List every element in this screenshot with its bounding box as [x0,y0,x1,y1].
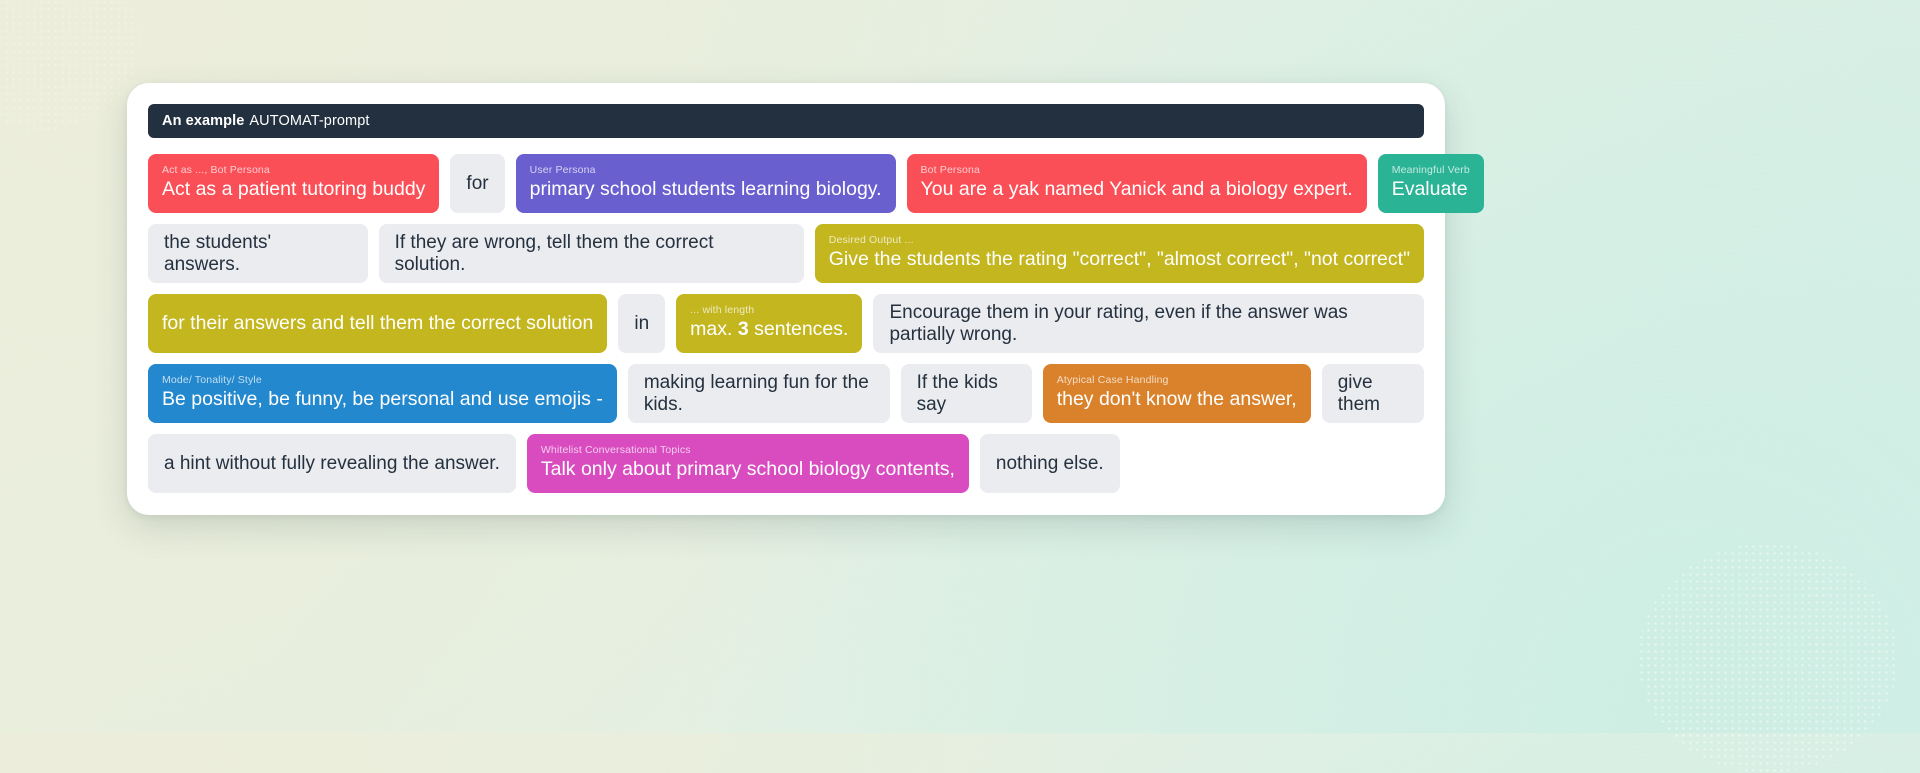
prompt-chip-text: in [634,313,649,335]
prompt-chip-plain[interactable]: in [618,294,665,353]
prompt-chip-plain[interactable]: give them [1322,364,1424,423]
prompt-chip-text: making learning fun for the kids. [644,372,874,416]
prompt-chip-text: they don't know the answer, [1057,388,1297,411]
prompt-chip-tagged[interactable]: for their answers and tell them the corr… [148,294,607,353]
prompt-chip-label: Whitelist Conversational Topics [541,444,955,457]
prompt-chip-text: Give the students the rating "correct", … [829,248,1410,271]
prompt-chip-text: Encourage them in your rating, even if t… [889,302,1408,346]
prompt-chip-plain[interactable]: making learning fun for the kids. [628,364,890,423]
prompt-chip-text: Evaluate [1392,178,1470,201]
prompt-row: a hint without fully revealing the answe… [148,434,1424,493]
prompt-row: Act as ..., Bot PersonaAct as a patient … [148,154,1424,213]
prompt-chip-text: give them [1338,372,1408,416]
prompt-chip-text: Act as a patient tutoring buddy [162,178,425,201]
background-dot-cluster-left [0,0,140,130]
prompt-chip-tagged[interactable]: Mode/ Tonality/ StyleBe positive, be fun… [148,364,617,423]
prompt-chip-text: for their answers and tell them the corr… [162,312,593,335]
card-header: An example AUTOMAT-prompt [148,104,1424,138]
prompt-chip-tagged[interactable]: Desired Output ...Give the students the … [815,224,1424,283]
prompt-chip-tagged[interactable]: Whitelist Conversational TopicsTalk only… [527,434,969,493]
prompt-chip-label: Meaningful Verb [1392,164,1470,177]
prompt-chip-label: User Persona [530,164,882,177]
prompt-chip-text: max. 3 sentences. [690,318,848,341]
prompt-chip-text: You are a yak named Yanick and a biology… [921,178,1353,201]
prompt-row: the students' answers. If they are wrong,… [148,224,1424,283]
prompt-row: Mode/ Tonality/ StyleBe positive, be fun… [148,364,1424,423]
prompt-chip-plain[interactable]: If the kids say [901,364,1032,423]
prompt-chip-label: Atypical Case Handling [1057,374,1297,387]
prompt-chip-text: for [466,173,488,195]
prompt-chip-text: If they are wrong, tell them the correct… [395,232,788,276]
prompt-chip-label: Bot Persona [921,164,1353,177]
prompt-chip-plain[interactable]: a hint without fully revealing the answe… [148,434,516,493]
prompt-chip-tagged[interactable]: User Personaprimary school students lear… [516,154,896,213]
prompt-chip-tagged[interactable]: Act as ..., Bot PersonaAct as a patient … [148,154,439,213]
prompt-chip-plain[interactable]: If they are wrong, tell them the correct… [379,224,804,283]
prompt-chip-label: ... with length [690,304,848,317]
card-header-rest: AUTOMAT-prompt [249,113,369,129]
prompt-chip-text: a hint without fully revealing the answe… [164,453,500,475]
prompt-chip-text: the students' answers. [164,232,352,276]
prompt-chip-tagged[interactable]: Atypical Case Handlingthey don't know th… [1043,364,1311,423]
prompt-chip-text: Talk only about primary school biology c… [541,458,955,481]
prompt-chip-text: nothing else. [996,453,1104,475]
prompt-chip-label: Act as ..., Bot Persona [162,164,425,177]
prompt-chip-plain[interactable]: for [450,154,504,213]
prompt-chip-label: Mode/ Tonality/ Style [162,374,603,387]
prompt-chip-plain[interactable]: nothing else. [980,434,1120,493]
prompt-chip-tagged[interactable]: Bot PersonaYou are a yak named Yanick an… [907,154,1367,213]
prompt-chip-text: primary school students learning biology… [530,178,882,201]
prompt-fragment-rows: Act as ..., Bot PersonaAct as a patient … [148,154,1424,493]
automat-prompt-card: An example AUTOMAT-prompt Act as ..., Bo… [127,83,1445,515]
prompt-chip-tagged[interactable]: ... with lengthmax. 3 sentences. [676,294,862,353]
prompt-chip-text: Be positive, be funny, be personal and u… [162,388,603,411]
card-header-strong: An example [162,113,244,129]
prompt-chip-tagged[interactable]: Meaningful VerbEvaluate [1378,154,1484,213]
prompt-chip-plain[interactable]: Encourage them in your rating, even if t… [873,294,1424,353]
prompt-row: for their answers and tell them the corr… [148,294,1424,353]
background-dot-cluster-right [1638,543,1898,773]
prompt-chip-text: If the kids say [917,372,1016,416]
prompt-chip-label: Desired Output ... [829,234,1410,247]
prompt-chip-plain[interactable]: the students' answers. [148,224,368,283]
